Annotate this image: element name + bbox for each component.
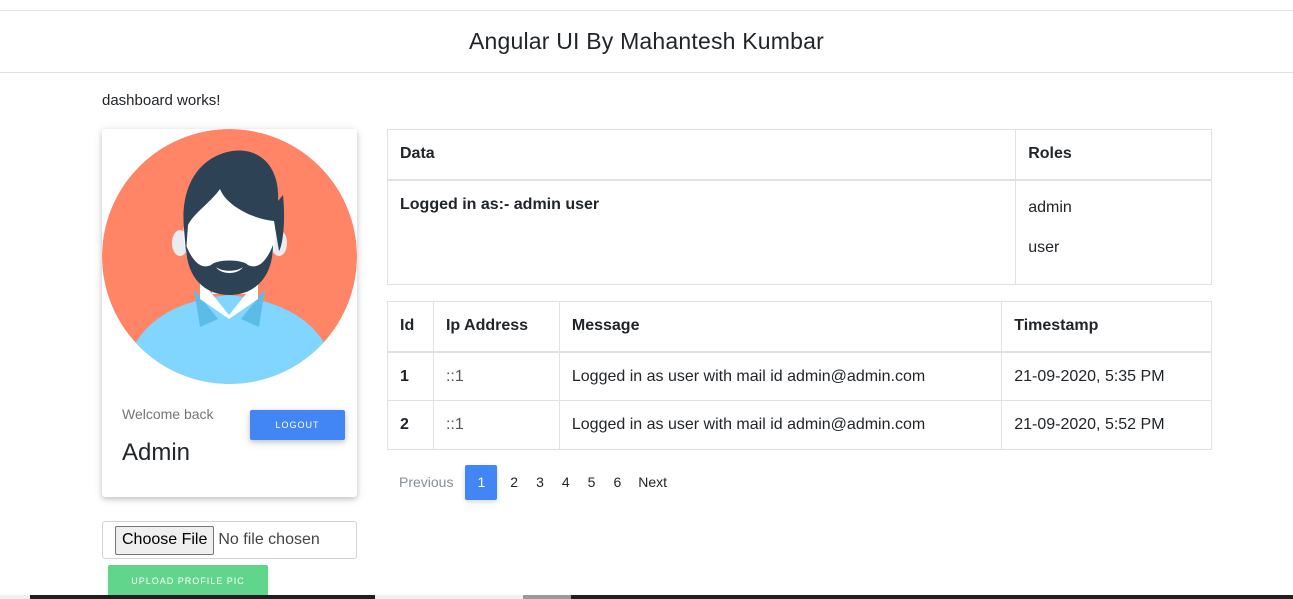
pagination: Previous 1 2 3 4 5 6 Next — [387, 465, 679, 500]
column-header-timestamp: Timestamp — [1001, 301, 1212, 353]
app-title: Angular UI By Mahantesh Kumbar — [468, 28, 824, 54]
scrollbar-track-left — [0, 595, 30, 599]
roles-table: Data Roles Logged in as:- admin user adm… — [386, 129, 1212, 285]
choose-file-button[interactable]: Choose File — [115, 525, 215, 555]
user-name: Admin — [122, 439, 191, 466]
user-avatar-icon — [102, 129, 357, 384]
row-id: 2 — [387, 400, 434, 450]
role-item: admin — [1028, 198, 1072, 216]
dashboard-status-text: dashboard works! — [102, 92, 221, 109]
welcome-text: Welcome back — [122, 406, 214, 422]
upload-profile-pic-button[interactable]: UPLOAD PROFILE PIC — [108, 565, 268, 596]
row-message: Logged in as user with mail id admin@adm… — [558, 400, 1003, 450]
app-header: Angular UI By Mahantesh Kumbar — [0, 11, 1293, 73]
pagination-next[interactable]: Next — [630, 465, 679, 500]
logout-button[interactable]: LOGOUT — [250, 410, 345, 440]
pagination-page-6[interactable]: 6 — [604, 465, 630, 500]
file-upload-field: Choose File No file chosen — [102, 521, 357, 559]
role-item: user — [1028, 238, 1060, 256]
table-row: 1 ::1 Logged in as user with mail id adm… — [387, 351, 1212, 401]
pagination-previous[interactable]: Previous — [387, 465, 465, 500]
profile-card: Welcome back Admin LOGOUT — [102, 129, 357, 497]
table-header-row: Id Ip Address Message Timestamp — [387, 301, 1212, 353]
pagination-page-2[interactable]: 2 — [501, 465, 527, 500]
top-strip — [0, 0, 1293, 11]
pagination-page-1[interactable]: 1 — [465, 465, 498, 500]
pagination-page-4[interactable]: 4 — [553, 465, 579, 500]
login-log-table: Id Ip Address Message Timestamp 1 ::1 Lo… — [387, 301, 1212, 450]
row-timestamp: 21-09-2020, 5:52 PM — [1001, 400, 1212, 450]
row-message: Logged in as user with mail id admin@adm… — [558, 351, 1003, 401]
row-ip-address: ::1 — [432, 400, 560, 450]
row-id: 1 — [387, 351, 434, 401]
pagination-page-3[interactable]: 3 — [527, 465, 553, 500]
pagination-page-5[interactable]: 5 — [579, 465, 605, 500]
column-header-id: Id — [387, 301, 434, 353]
file-status-text: No file chosen — [218, 531, 320, 548]
table-row: Logged in as:- admin user admin user — [386, 179, 1212, 285]
column-header-message: Message — [558, 301, 1003, 353]
scrollbar-track-gap — [375, 595, 523, 599]
row-ip-address: ::1 — [432, 351, 560, 401]
logged-in-as-cell: Logged in as:- admin user — [386, 179, 1017, 285]
table-row: 2 ::1 Logged in as user with mail id adm… — [387, 400, 1212, 450]
column-header-data: Data — [386, 129, 1017, 181]
scrollbar-thumb[interactable] — [523, 595, 571, 599]
column-header-roles: Roles — [1015, 129, 1212, 181]
horizontal-scrollbar[interactable] — [0, 595, 1293, 599]
roles-cell: admin user — [1015, 179, 1212, 285]
table-header-row: Data Roles — [386, 129, 1212, 181]
row-timestamp: 21-09-2020, 5:35 PM — [1001, 351, 1212, 401]
column-header-ip-address: Ip Address — [432, 301, 560, 353]
